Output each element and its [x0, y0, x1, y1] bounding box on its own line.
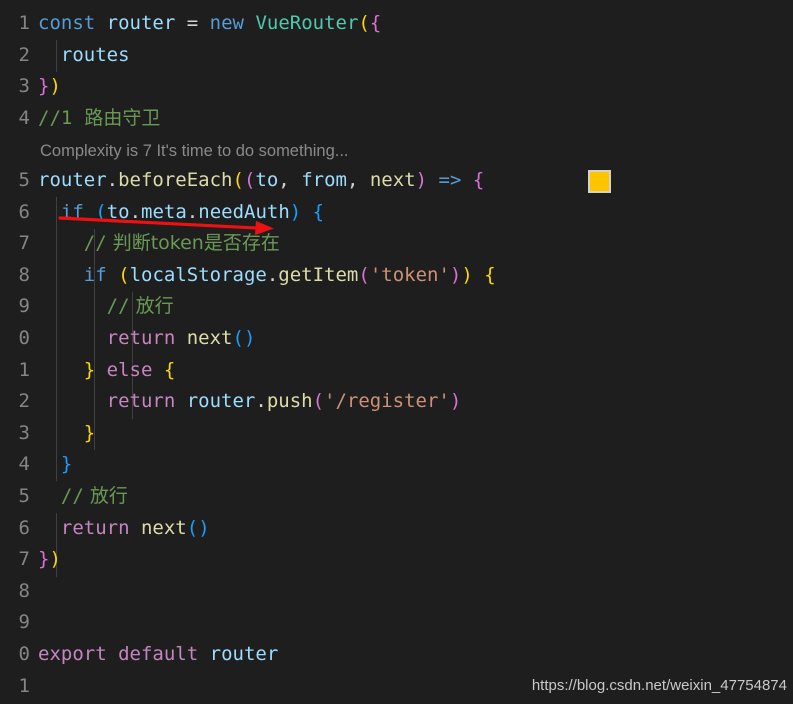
code-line[interactable]	[38, 576, 793, 608]
code-line[interactable]: })	[38, 71, 793, 103]
code-line[interactable]: })	[38, 544, 793, 576]
line-number: 0	[18, 327, 30, 349]
line-number: 4	[18, 106, 30, 129]
line-number: 5	[18, 485, 30, 507]
line-number: 1	[18, 358, 30, 381]
code-line[interactable]: router.beforeEach((to, from, next) => {	[38, 165, 793, 197]
line-number: 8	[18, 263, 30, 286]
line-number: 2	[18, 43, 30, 66]
code-line[interactable]: return next()	[38, 513, 793, 545]
line-number: 0	[18, 643, 30, 665]
code-line[interactable]: const router = new VueRouter({	[38, 8, 793, 40]
codelens-complexity-hint[interactable]: Complexity is 7 It's time to do somethin…	[40, 138, 349, 164]
line-number: 6	[18, 200, 30, 223]
code-line[interactable]: } else {	[38, 355, 793, 387]
line-number: 6	[18, 516, 30, 539]
line-number: 4	[18, 453, 30, 476]
code-line[interactable]: //1 路由守卫	[38, 103, 793, 135]
code-content[interactable]: const router = new VueRouter({ routes })…	[38, 0, 793, 704]
line-number-gutter: 1 2 3 4 5 6 7 8 9 0 1 2 3 4 5 6 7 8 9 0 …	[0, 0, 38, 704]
code-line[interactable]: return next()	[38, 323, 793, 355]
yellow-highlight-box	[588, 170, 611, 193]
line-number: 7	[18, 232, 30, 255]
code-line[interactable]: // 放行	[38, 481, 793, 513]
code-line[interactable]: export default router	[38, 639, 793, 671]
code-line[interactable]: return router.push('/register')	[38, 386, 793, 418]
red-underline-arrow	[58, 216, 274, 235]
line-number: 9	[18, 295, 30, 318]
code-line[interactable]: // 放行	[38, 291, 793, 323]
code-line[interactable]: routes	[38, 40, 793, 72]
line-number: 8	[18, 579, 30, 602]
line-number: 3	[18, 75, 30, 98]
line-number: 1	[18, 12, 30, 34]
line-number: 3	[18, 421, 30, 444]
line-number: 2	[18, 390, 30, 413]
line-number: 5	[18, 169, 30, 191]
code-line[interactable]: if (localStorage.getItem('token')) {	[38, 260, 793, 292]
code-line[interactable]: }	[38, 418, 793, 450]
code-line[interactable]	[38, 607, 793, 639]
watermark-url: https://blog.csdn.net/weixin_47754874	[531, 677, 787, 694]
line-number: 7	[18, 548, 30, 571]
code-editor[interactable]: 1 2 3 4 5 6 7 8 9 0 1 2 3 4 5 6 7 8 9 0 …	[0, 0, 793, 704]
line-number: 9	[18, 611, 30, 634]
line-number: 1	[18, 674, 30, 697]
code-line[interactable]: }	[38, 449, 793, 481]
